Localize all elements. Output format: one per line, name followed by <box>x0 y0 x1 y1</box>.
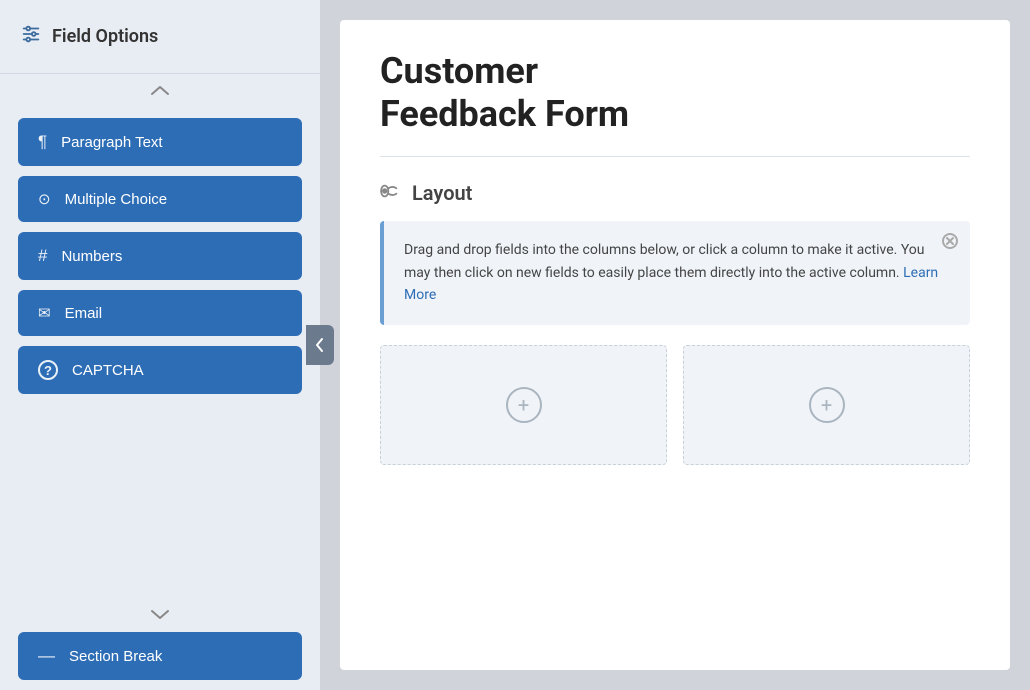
info-box-text: Drag and drop fields into the columns be… <box>404 239 950 306</box>
form-title-line2: Feedback Form <box>380 93 629 135</box>
numbers-button[interactable]: # Numbers <box>18 232 302 280</box>
sidebar-title: Field Options <box>52 26 158 47</box>
email-label: Email <box>65 305 103 322</box>
info-box-close-button[interactable] <box>942 233 958 254</box>
multiple-choice-label: Multiple Choice <box>65 191 168 208</box>
scroll-down-area[interactable] <box>0 598 320 632</box>
paragraph-text-button[interactable]: ¶ Paragraph Text <box>18 118 302 166</box>
form-title-divider <box>380 156 970 157</box>
email-icon: ✉ <box>38 304 51 322</box>
layout-icon <box>380 182 402 205</box>
columns-area: + + <box>380 345 970 465</box>
column-1[interactable]: + <box>380 345 667 465</box>
field-options-sidebar: Field Options ¶ Paragraph Text ⊙ Multipl… <box>0 0 320 690</box>
section-break-label: Section Break <box>69 648 162 665</box>
layout-section-header: Layout <box>380 181 970 205</box>
sliders-icon <box>20 23 42 50</box>
captcha-label: CAPTCHA <box>72 362 144 379</box>
sidebar-header: Field Options <box>0 0 320 74</box>
layout-title: Layout <box>412 181 472 205</box>
captcha-icon: ? <box>38 360 58 380</box>
section-break-button[interactable]: — Section Break <box>18 632 302 680</box>
main-content-area: Customer Feedback Form Layout Drag and d… <box>320 0 1030 690</box>
form-title: Customer Feedback Form <box>380 50 970 136</box>
multiple-choice-icon: ⊙ <box>38 190 51 208</box>
multiple-choice-button[interactable]: ⊙ Multiple Choice <box>18 176 302 222</box>
add-field-column-2-icon: + <box>809 387 845 423</box>
scroll-up-area[interactable] <box>0 74 320 108</box>
form-title-line1: Customer <box>380 50 538 92</box>
numbers-icon: # <box>38 246 47 266</box>
info-box: Drag and drop fields into the columns be… <box>380 221 970 324</box>
captcha-button[interactable]: ? CAPTCHA <box>18 346 302 394</box>
paragraph-text-label: Paragraph Text <box>61 134 162 151</box>
numbers-label: Numbers <box>61 248 122 265</box>
collapse-sidebar-button[interactable] <box>306 325 334 365</box>
form-panel: Customer Feedback Form Layout Drag and d… <box>340 20 1010 670</box>
add-field-column-1-icon: + <box>506 387 542 423</box>
bottom-field-area: — Section Break <box>0 632 320 690</box>
email-button[interactable]: ✉ Email <box>18 290 302 336</box>
column-2[interactable]: + <box>683 345 970 465</box>
paragraph-icon: ¶ <box>38 132 47 152</box>
field-buttons-list: ¶ Paragraph Text ⊙ Multiple Choice # Num… <box>0 108 320 598</box>
section-break-icon: — <box>38 646 55 666</box>
